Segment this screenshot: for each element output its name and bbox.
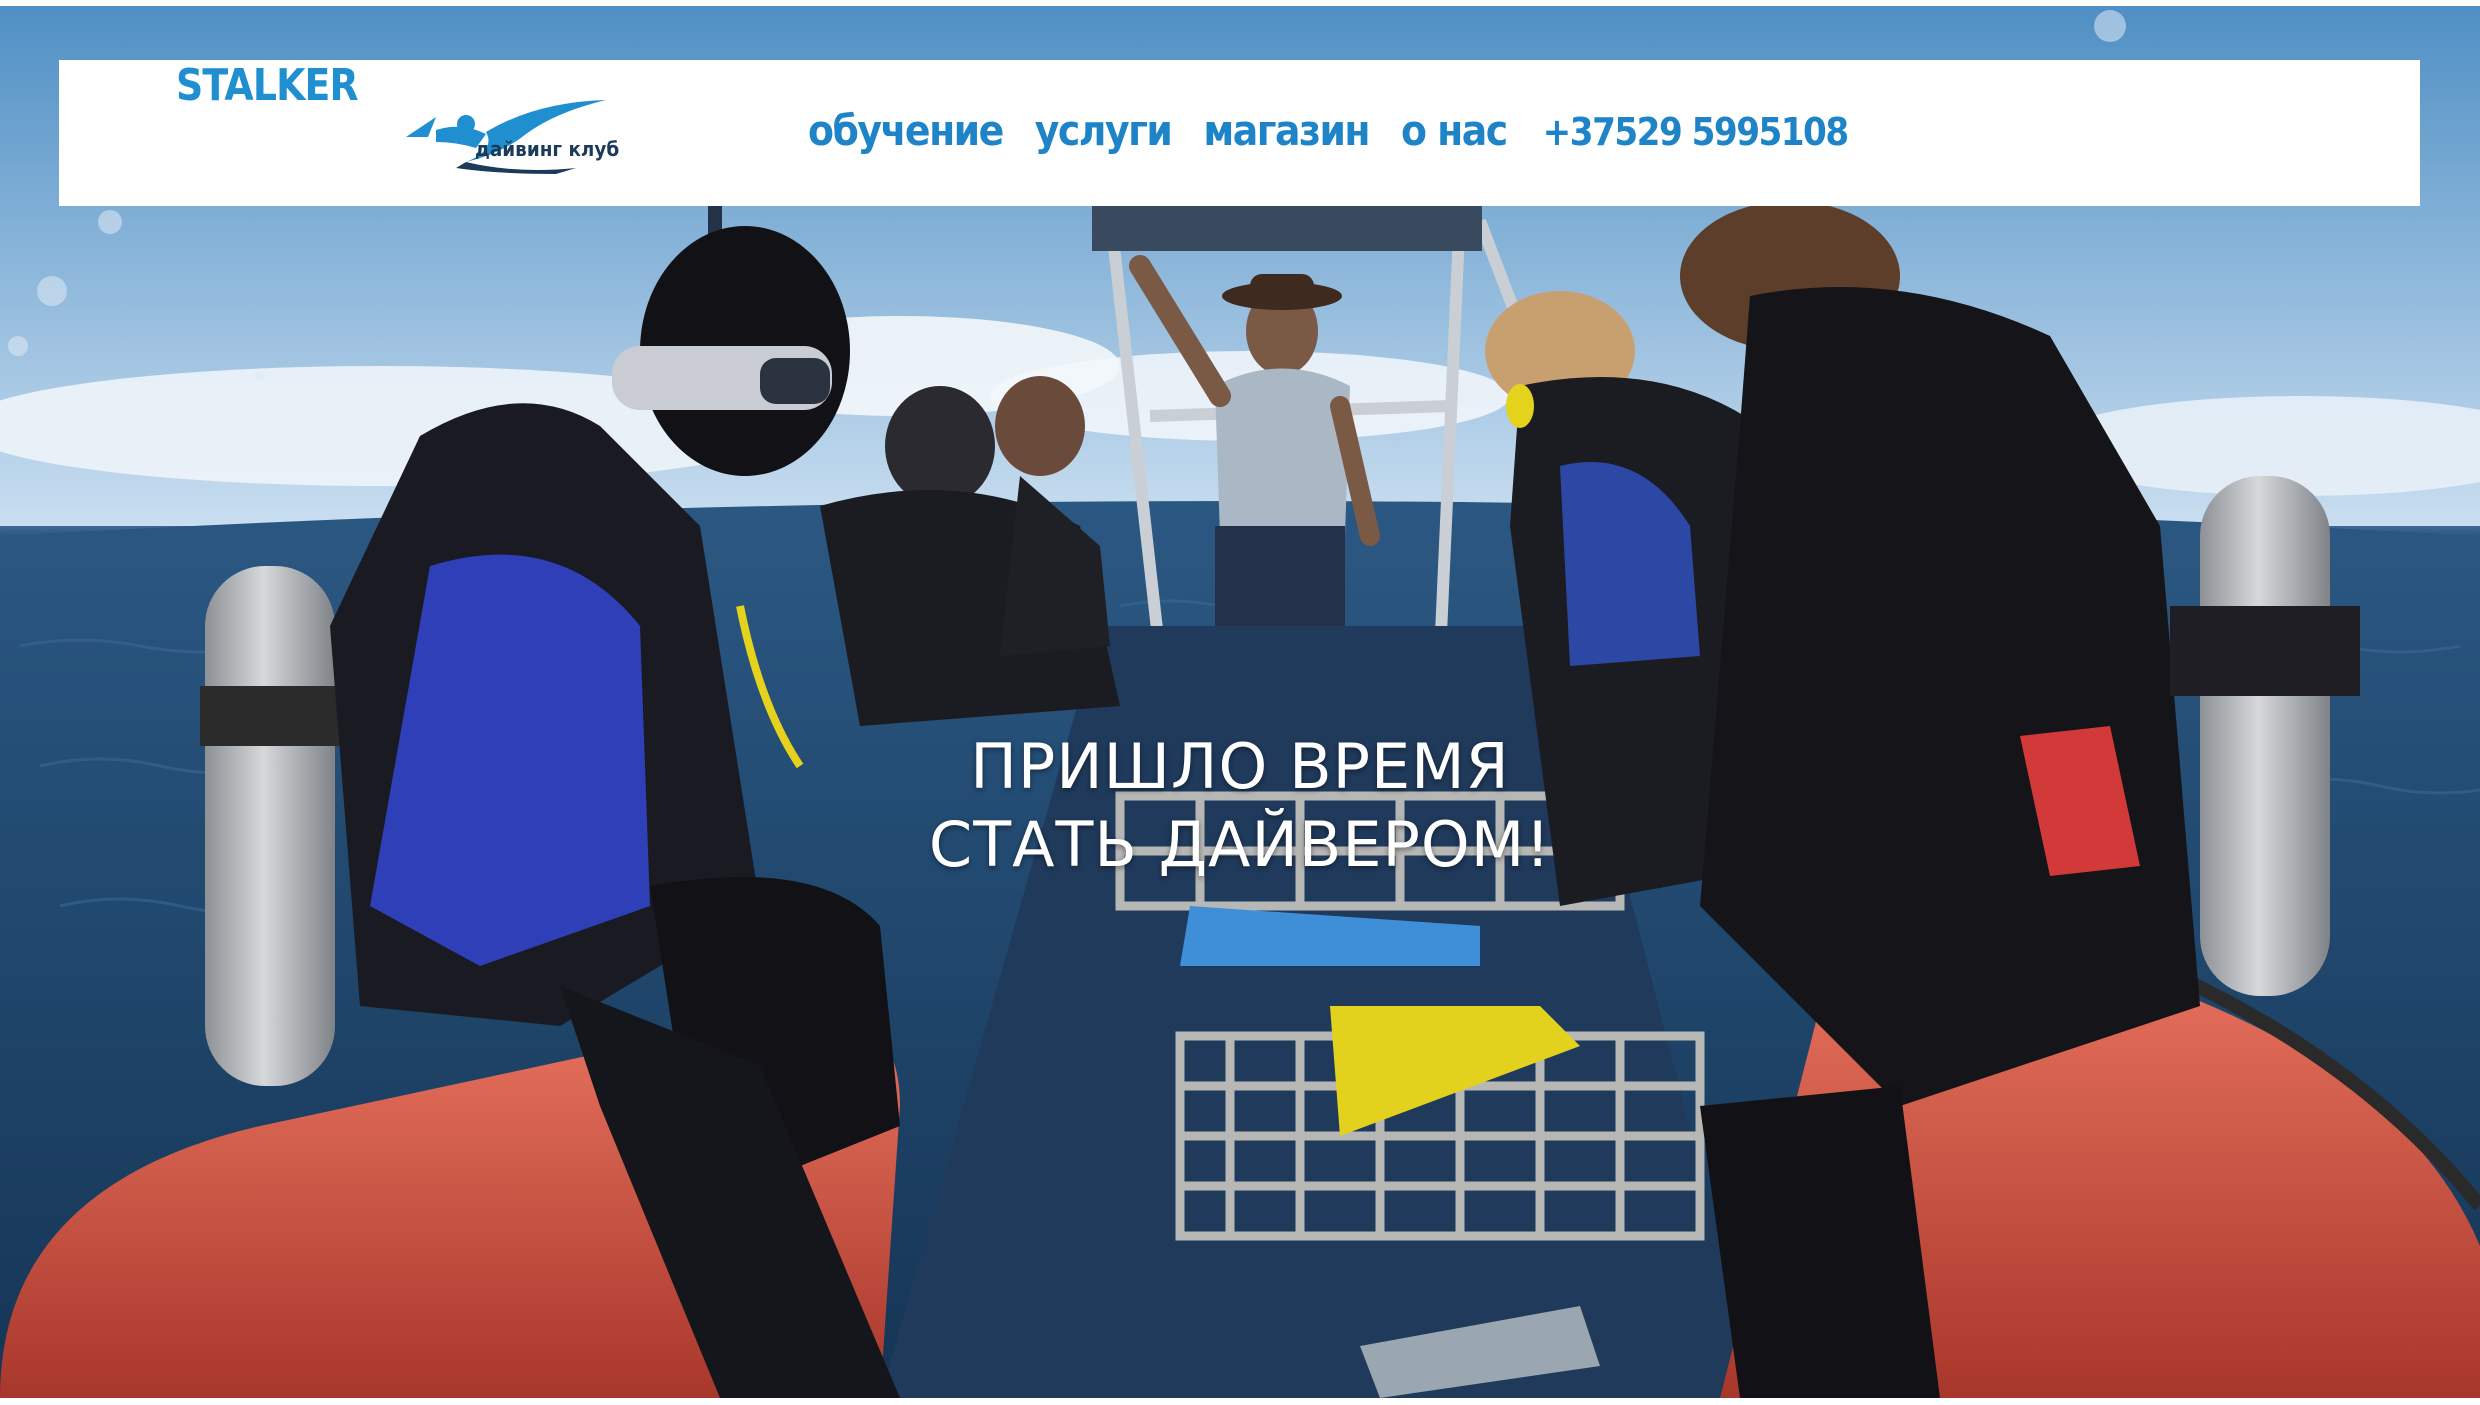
main-nav: обучение услуги магазин о нас +37529 599… (808, 106, 1850, 155)
hero-headline: ПРИШЛО ВРЕМЯ СТАТЬ ДАЙВЕРОМ! (880, 728, 1600, 884)
hero-background-image (0, 6, 2480, 1398)
diver-icon[interactable] (406, 92, 756, 174)
nav-item-training[interactable]: обучение (808, 106, 1004, 155)
phone-link[interactable]: +37529 5995108 (1543, 110, 1850, 154)
nav-item-services[interactable]: услуги (1035, 106, 1173, 155)
nav-item-shop[interactable]: магазин (1203, 106, 1370, 155)
hero-headline-line1: ПРИШЛО ВРЕМЯ (970, 730, 1510, 803)
hero-headline-line2: СТАТЬ ДАЙВЕРОМ! (928, 808, 1552, 881)
logo-wordmark[interactable]: STALKER (176, 60, 359, 111)
logo-tagline: дайвинг клуб (475, 137, 620, 161)
hero-photo-illustration (0, 6, 2480, 1398)
nav-item-about[interactable]: о нас (1401, 106, 1508, 155)
